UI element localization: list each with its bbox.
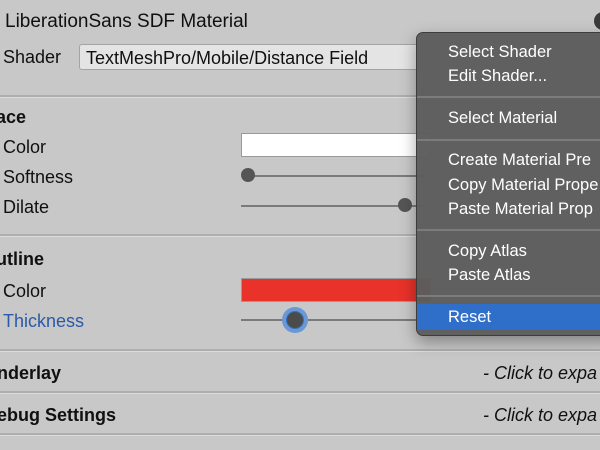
menu-item-copy-material-properties[interactable]: Copy Material Prope <box>448 176 598 195</box>
menu-item-select-material[interactable]: Select Material <box>448 109 557 128</box>
menu-item-create-material-preset[interactable]: Create Material Pre <box>448 151 591 170</box>
divider <box>0 433 600 436</box>
face-softness-label: Softness <box>3 167 74 187</box>
context-menu: Select Shader Edit Shader... Select Mate… <box>416 32 600 336</box>
outline-color-label: Color <box>3 281 47 301</box>
debug-section-title[interactable]: ebug Settings <box>0 405 116 426</box>
divider <box>0 349 600 352</box>
menu-separator <box>417 139 600 141</box>
menu-item-select-shader[interactable]: Select Shader <box>448 43 552 62</box>
shader-dropdown-value: TextMeshPro/Mobile/Distance Field <box>86 48 369 68</box>
menu-item-paste-material-properties[interactable]: Paste Material Prop <box>448 200 593 219</box>
menu-separator <box>417 96 600 98</box>
outline-thickness-slider[interactable] <box>241 319 421 321</box>
face-softness-slider[interactable] <box>247 175 427 177</box>
menu-item-edit-shader[interactable]: Edit Shader... <box>448 67 547 86</box>
face-color-field[interactable] <box>241 133 431 157</box>
outline-color-field[interactable] <box>241 278 431 302</box>
settings-icon[interactable] <box>594 12 600 30</box>
shader-dropdown[interactable]: TextMeshPro/Mobile/Distance Field <box>79 44 419 70</box>
menu-item-copy-atlas[interactable]: Copy Atlas <box>448 242 527 261</box>
face-dilate-slider[interactable] <box>241 205 421 207</box>
menu-separator <box>417 229 600 231</box>
outline-thickness-label: Thickness <box>3 311 85 331</box>
menu-item-reset[interactable]: Reset <box>448 308 491 327</box>
outline-thickness-slider-knob[interactable] <box>286 311 304 329</box>
divider <box>0 391 600 394</box>
menu-item-paste-atlas[interactable]: Paste Atlas <box>448 266 531 285</box>
face-dilate-slider-knob[interactable] <box>398 198 412 212</box>
face-color-label: Color <box>3 137 47 157</box>
underlay-section-title[interactable]: nderlay <box>0 363 61 384</box>
menu-highlight <box>417 304 600 330</box>
shader-label: Shader <box>3 47 62 67</box>
menu-separator <box>417 295 600 297</box>
debug-expand-hint[interactable]: - Click to expa <box>483 405 597 426</box>
face-dilate-label: Dilate <box>3 197 50 217</box>
face-section-title[interactable]: ace <box>0 107 26 128</box>
material-title: LiberationSans SDF Material <box>5 11 248 32</box>
underlay-expand-hint[interactable]: - Click to expa <box>483 363 597 384</box>
outline-section-title[interactable]: utline <box>0 249 44 270</box>
face-softness-slider-knob[interactable] <box>241 168 255 182</box>
